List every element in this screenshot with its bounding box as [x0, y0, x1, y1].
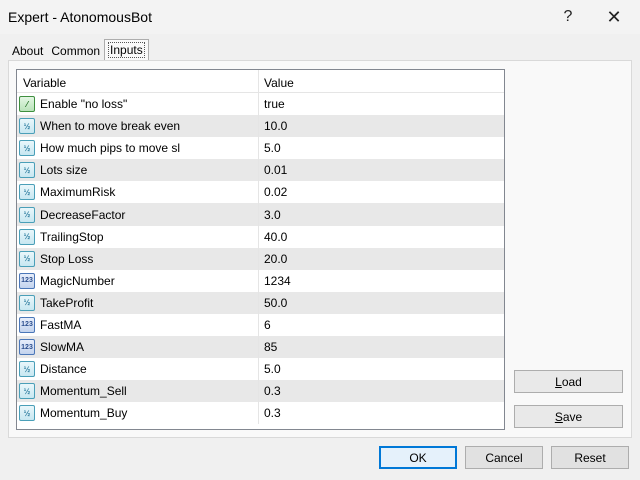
value-cell[interactable]: 6 [259, 318, 504, 332]
variable-label: FastMA [40, 317, 82, 332]
double-icon: ½ [19, 206, 35, 223]
variable-label: TakeProfit [40, 295, 94, 310]
grid-row[interactable]: ½ Momentum_Sell 0.3 [17, 380, 504, 403]
variable-label: MagicNumber [40, 273, 115, 288]
value-cell[interactable]: 0.02 [259, 185, 504, 199]
tab-inputs-label: Inputs [108, 42, 145, 58]
grid-row[interactable]: ⁄ Enable "no loss" true [17, 93, 504, 116]
variable-label: DecreaseFactor [40, 207, 126, 222]
variable-cell: ½ Stop Loss [17, 247, 259, 270]
reset-button[interactable]: Reset [551, 446, 629, 469]
double-icon: ½ [19, 250, 35, 267]
grid-header: Variable Value [17, 70, 504, 93]
help-button[interactable]: ? [548, 4, 588, 30]
save-button[interactable]: Save [514, 405, 623, 428]
value-cell[interactable]: 0.01 [259, 163, 504, 177]
variable-label: TrailingStop [40, 229, 104, 244]
double-icon: ½ [19, 361, 35, 378]
variable-cell: ½ When to move break even [17, 115, 259, 138]
value-cell[interactable]: 0.3 [259, 406, 504, 420]
value-cell[interactable]: 0.3 [259, 384, 504, 398]
grid-row[interactable]: ½ When to move break even 10.0 [17, 115, 504, 138]
title-bar: Expert - AtonomousBot ? ✕ [0, 0, 640, 34]
tab-about[interactable]: About [8, 40, 47, 62]
variable-label: How much pips to move sl [40, 141, 181, 156]
double-icon: ½ [19, 383, 35, 400]
variable-cell: ⁄ Enable "no loss" [17, 93, 259, 116]
variable-label: Momentum_Buy [40, 406, 128, 421]
variable-label: MaximumRisk [40, 185, 116, 200]
integer-icon: 123 [19, 339, 35, 356]
variable-cell: ½ TakeProfit [17, 291, 259, 314]
bool-icon: ⁄ [19, 96, 35, 113]
column-header-value[interactable]: Value [259, 70, 504, 92]
double-icon: ½ [19, 405, 35, 422]
grid-row[interactable]: ½ TrailingStop 40.0 [17, 225, 504, 248]
double-icon: ½ [19, 140, 35, 157]
grid-row[interactable]: 123 FastMA 6 [17, 313, 504, 337]
tab-common[interactable]: Common [47, 40, 104, 62]
grid-row[interactable]: ½ Stop Loss 20.0 [17, 247, 504, 270]
variable-cell: ½ Distance [17, 358, 259, 381]
save-label-rest: ave [562, 409, 583, 424]
cancel-button[interactable]: Cancel [465, 446, 543, 469]
variable-cell: ½ Lots size [17, 159, 259, 182]
value-cell[interactable]: 85 [259, 340, 504, 354]
load-accel: L [555, 374, 562, 389]
variable-cell: 123 SlowMA [17, 336, 259, 359]
window-title: Expert - AtonomousBot [8, 9, 152, 25]
variable-label: SlowMA [40, 340, 85, 355]
grid-row[interactable]: ½ TakeProfit 50.0 [17, 291, 504, 314]
tab-inputs[interactable]: Inputs [104, 39, 149, 62]
value-cell[interactable]: 40.0 [259, 230, 504, 244]
grid-row[interactable]: ½ DecreaseFactor 3.0 [17, 203, 504, 226]
grid-row[interactable]: 123 MagicNumber 1234 [17, 269, 504, 292]
ok-button[interactable]: OK [379, 446, 457, 469]
close-button[interactable]: ✕ [594, 4, 634, 30]
value-cell[interactable]: 5.0 [259, 362, 504, 376]
load-button[interactable]: Load [514, 370, 623, 393]
variable-label: Enable "no loss" [40, 97, 128, 112]
variable-cell: ½ Momentum_Sell [17, 380, 259, 403]
variable-cell: ½ MaximumRisk [17, 181, 259, 204]
value-cell[interactable]: 20.0 [259, 252, 504, 266]
variable-label: Distance [40, 362, 87, 377]
double-icon: ½ [19, 184, 35, 201]
value-cell[interactable]: 1234 [259, 274, 504, 288]
variable-cell: ½ How much pips to move sl [17, 137, 259, 160]
grid-row[interactable]: ½ Momentum_Buy 0.3 [17, 402, 504, 425]
column-header-variable[interactable]: Variable [17, 70, 259, 92]
variable-cell: ½ Momentum_Buy [17, 402, 259, 425]
variable-cell: ½ DecreaseFactor [17, 203, 259, 226]
value-cell[interactable]: true [259, 97, 504, 111]
inputs-grid[interactable]: Variable Value ⁄ Enable "no loss" true ½ Whe… [16, 69, 505, 430]
grid-row[interactable]: ½ Lots size 0.01 [17, 159, 504, 182]
double-icon: ½ [19, 162, 35, 179]
grid-row[interactable]: ½ MaximumRisk 0.02 [17, 181, 504, 204]
variable-label: When to move break even [40, 119, 181, 134]
value-cell[interactable]: 3.0 [259, 208, 504, 222]
load-label-rest: oad [561, 374, 582, 389]
tab-strip: About Common Inputs [8, 39, 149, 62]
value-cell[interactable]: 5.0 [259, 141, 504, 155]
double-icon: ½ [19, 228, 35, 245]
variable-label: Stop Loss [40, 251, 94, 266]
variable-cell: 123 MagicNumber [17, 269, 259, 292]
grid-row[interactable]: ½ How much pips to move sl 5.0 [17, 137, 504, 160]
save-accel: S [554, 409, 563, 424]
variable-cell: 123 FastMA [17, 313, 259, 337]
variable-label: Lots size [40, 163, 88, 178]
value-cell[interactable]: 50.0 [259, 296, 504, 310]
grid-row[interactable]: 123 SlowMA 85 [17, 336, 504, 359]
integer-icon: 123 [19, 272, 35, 289]
double-icon: ½ [19, 118, 35, 135]
value-cell[interactable]: 10.0 [259, 119, 504, 133]
grid-row[interactable]: ½ Distance 5.0 [17, 358, 504, 381]
variable-cell: ½ TrailingStop [17, 225, 259, 248]
grid-rows: ⁄ Enable "no loss" true ½ When to move break… [17, 93, 504, 425]
variable-label: Momentum_Sell [40, 384, 127, 399]
double-icon: ½ [19, 294, 35, 311]
integer-icon: 123 [19, 316, 35, 333]
